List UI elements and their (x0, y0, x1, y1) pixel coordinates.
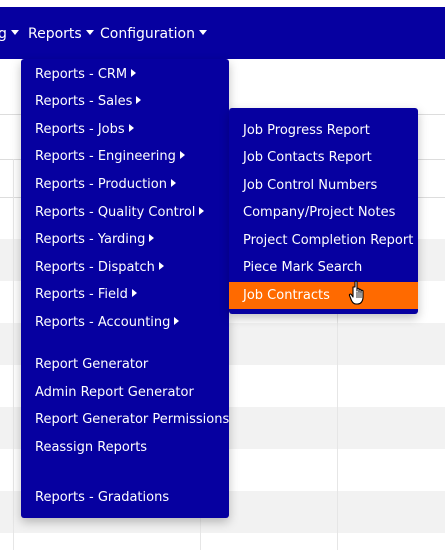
menu-item-reports-field[interactable]: Reports - Field (21, 281, 137, 308)
chevron-right-icon (131, 289, 137, 297)
chevron-down-icon (198, 30, 207, 35)
submenu-item-label: Job Control Numbers (243, 178, 378, 193)
navbar-top-strip (0, 0, 445, 7)
submenu-item-label: Project Completion Report (243, 233, 414, 248)
menu-item-label: Report Generator (35, 357, 149, 372)
submenu-item-job-progress-report[interactable]: Job Progress Report (229, 117, 418, 144)
chevron-right-icon (136, 96, 142, 104)
menu-item-report-generator[interactable]: Report Generator (21, 351, 148, 378)
menu-item-label: Report Generator Permissions (35, 412, 230, 427)
menu-item-reports-accounting[interactable]: Reports - Accounting (21, 309, 180, 336)
menu-item-reports-dispatch[interactable]: Reports - Dispatch (21, 254, 164, 281)
menu-item-reports-yarding[interactable]: Reports - Yarding (21, 226, 155, 253)
submenu-item-label: Piece Mark Search (243, 260, 363, 275)
menu-item-label: Admin Report Generator (35, 385, 194, 400)
menu-item-reports-quality-control[interactable]: Reports - Quality Control (21, 199, 205, 226)
chevron-right-icon (199, 207, 205, 215)
menu-item-label: Reports - CRM (35, 67, 128, 82)
hand-pointer-cursor-icon (348, 280, 364, 305)
chevron-right-icon (131, 69, 137, 77)
chevron-right-icon (149, 234, 155, 242)
nav-item-truncated-label: g (0, 26, 7, 42)
menu-item-reports-production[interactable]: Reports - Production (21, 171, 176, 198)
menu-item-label: Reports - Quality Control (35, 205, 196, 220)
menu-item-label: Reassign Reports (35, 440, 148, 455)
chevron-down-icon (10, 30, 19, 35)
submenu-item-job-contacts-report[interactable]: Job Contacts Report (229, 144, 418, 171)
submenu-item-label: Job Contacts Report (243, 150, 372, 165)
submenu-item-label: Job Contracts (243, 288, 330, 303)
menu-item-label: Reports - Production (35, 177, 167, 192)
nav-item-reports-label: Reports (28, 26, 82, 42)
nav-item-configuration[interactable]: Configuration (100, 24, 207, 44)
menu-item-label: Reports - Gradations (35, 490, 170, 505)
menu-item-label: Reports - Yarding (35, 232, 146, 247)
submenu-item-job-contracts[interactable]: Job Contracts (229, 282, 418, 309)
chevron-right-icon (171, 179, 176, 187)
menu-item-reports-sales[interactable]: Reports - Sales (21, 88, 142, 115)
menu-item-reports-gradations[interactable]: Reports - Gradations (21, 484, 169, 511)
menu-item-label: Reports - Field (35, 287, 128, 302)
chevron-right-icon (128, 124, 134, 132)
top-navbar: g Reports Configuration (0, 0, 445, 59)
menu-item-label: Reports - Jobs (35, 122, 125, 137)
menu-item-reports-crm[interactable]: Reports - CRM (21, 61, 137, 88)
submenu-item-project-completion-report[interactable]: Project Completion Report (229, 227, 418, 254)
chevron-right-icon (158, 262, 164, 270)
jobs-submenu: Job Progress Report Job Contacts Report … (229, 108, 418, 314)
reports-dropdown-menu: Reports - CRM Reports - Sales Reports - … (21, 59, 229, 518)
nav-item-truncated[interactable]: g (0, 24, 19, 44)
menu-item-report-generator-permissions[interactable]: Report Generator Permissions (21, 406, 229, 433)
menu-item-label: Reports - Accounting (35, 315, 171, 330)
menu-item-reports-jobs[interactable]: Reports - Jobs (21, 116, 134, 143)
menu-item-admin-report-generator[interactable]: Admin Report Generator (21, 379, 194, 406)
menu-item-label: Reports - Dispatch (35, 260, 155, 275)
submenu-item-label: Job Progress Report (243, 123, 370, 138)
nav-item-configuration-label: Configuration (100, 26, 195, 42)
chevron-right-icon (174, 317, 180, 325)
nav-item-reports[interactable]: Reports (28, 24, 94, 44)
submenu-item-job-control-numbers[interactable]: Job Control Numbers (229, 172, 418, 199)
submenu-item-label: Company/Project Notes (243, 205, 396, 220)
menu-item-label: Reports - Sales (35, 94, 133, 109)
menu-item-reassign-reports[interactable]: Reassign Reports (21, 434, 147, 461)
table-column-divider (13, 159, 14, 550)
chevron-right-icon (179, 151, 185, 159)
chevron-down-icon (85, 30, 94, 35)
menu-item-label: Reports - Engineering (35, 149, 176, 164)
menu-item-reports-engineering[interactable]: Reports - Engineering (21, 143, 185, 170)
submenu-item-piece-mark-search[interactable]: Piece Mark Search (229, 254, 418, 281)
submenu-item-company-project-notes[interactable]: Company/Project Notes (229, 199, 418, 226)
